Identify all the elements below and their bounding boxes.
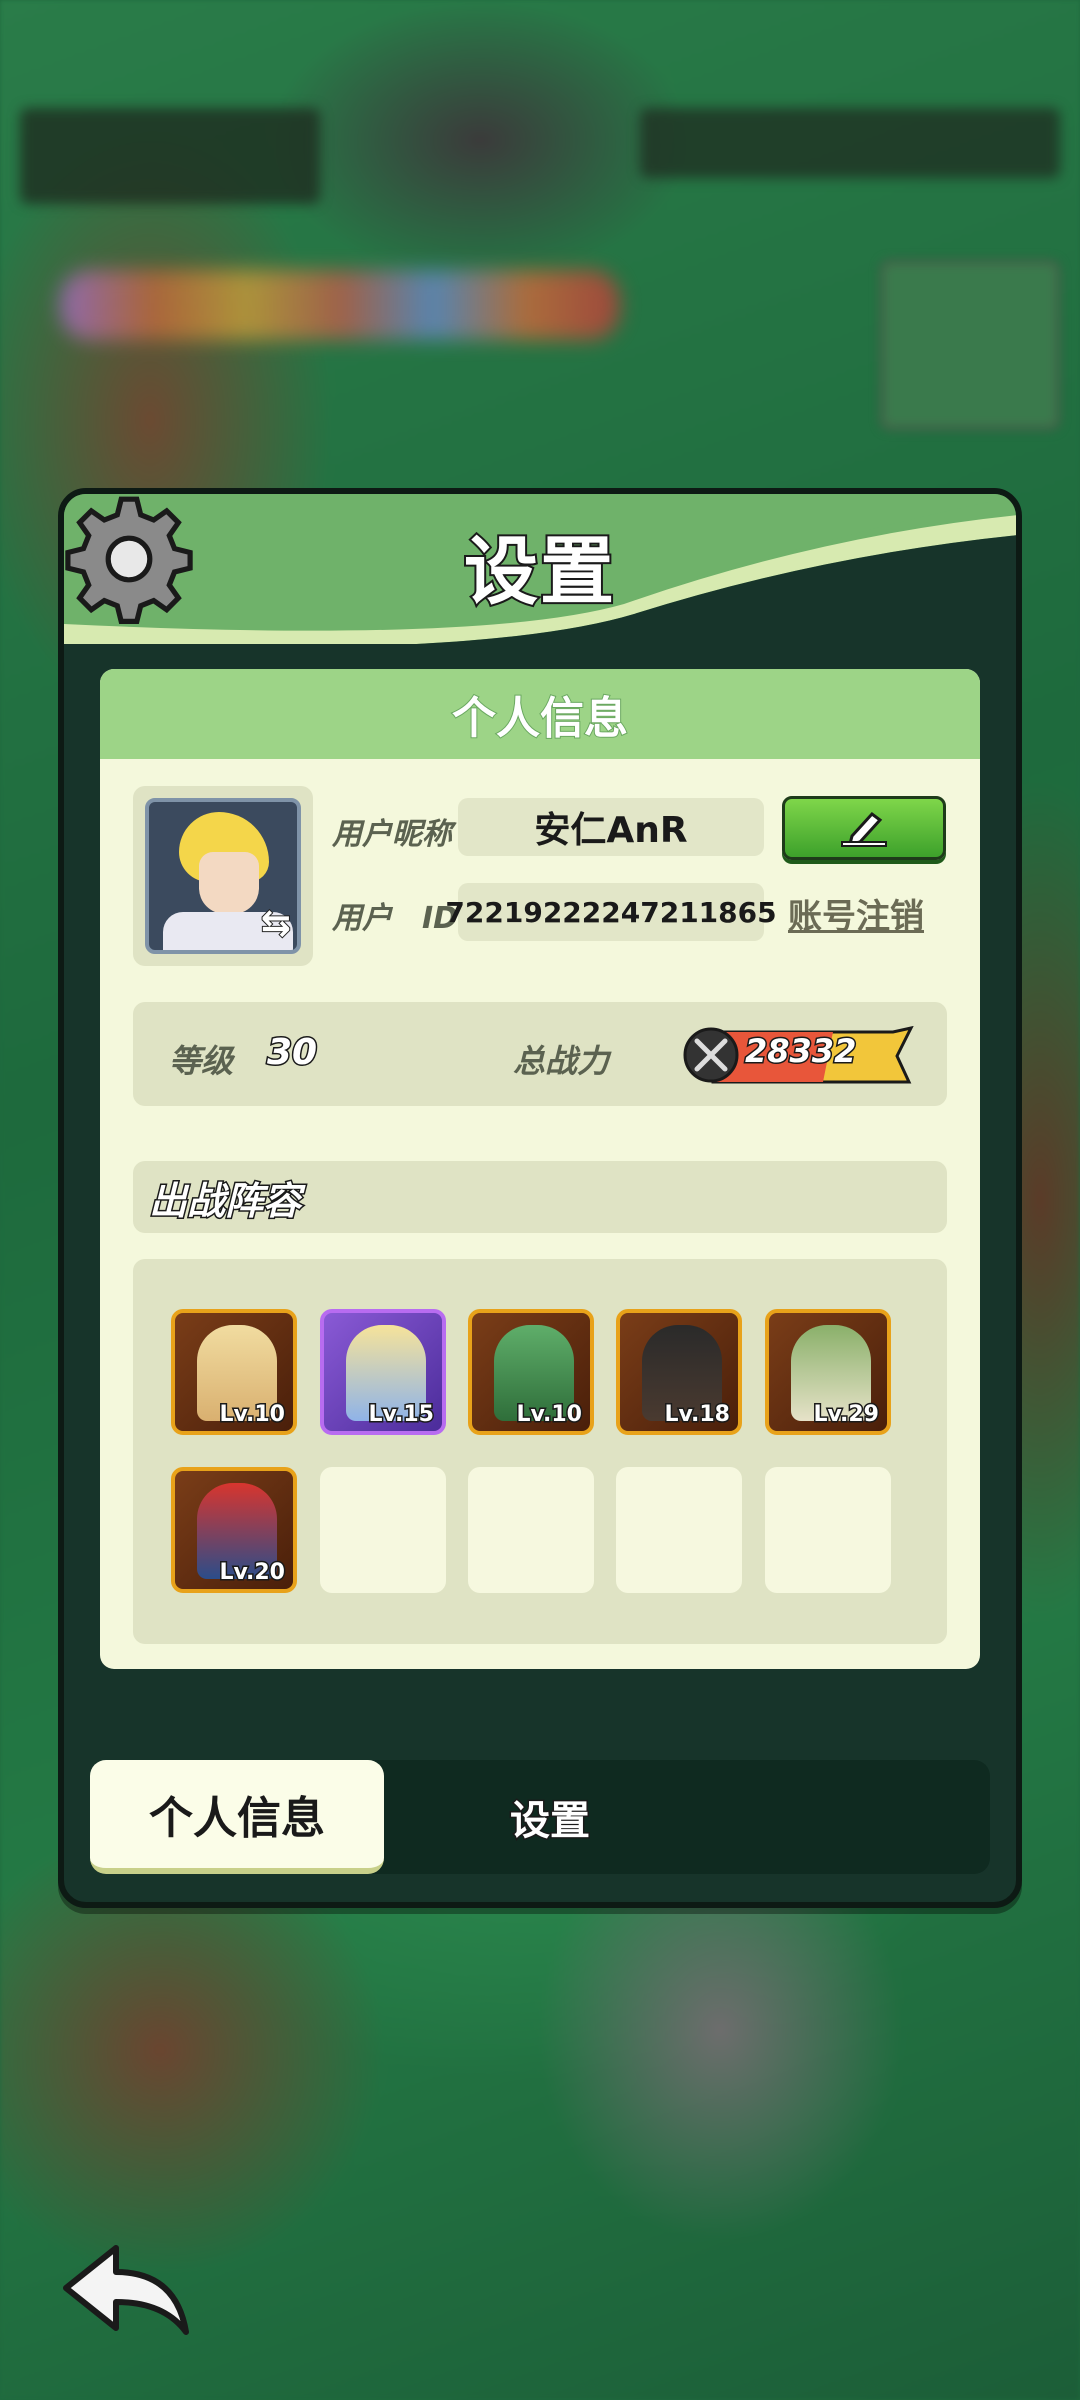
background-minimap: [880, 260, 1060, 430]
hero-slot[interactable]: Lv.15: [320, 1309, 446, 1435]
hero-level: Lv.20: [218, 1559, 287, 1587]
edit-nickname-button[interactable]: [782, 796, 946, 860]
profile-section-header: 个人信息: [100, 669, 980, 759]
tab-personal-info-label: 个人信息: [149, 1793, 325, 1844]
hero-level: Lv.10: [218, 1401, 287, 1429]
tab-personal-info[interactable]: 个人信息: [90, 1760, 384, 1874]
empty-hero-slot[interactable]: [468, 1467, 594, 1593]
hero-level: Lv.15: [367, 1401, 436, 1429]
hero-slot[interactable]: Lv.10: [171, 1309, 297, 1435]
settings-tabbar: 个人信息 设置: [90, 1760, 990, 1874]
profile-section-title: 个人信息: [451, 692, 629, 745]
hero-level: Lv.29: [812, 1401, 881, 1429]
power-value: 28332: [743, 1031, 857, 1072]
tab-settings[interactable]: 设置: [509, 1760, 592, 1874]
empty-hero-slot[interactable]: [616, 1467, 742, 1593]
empty-hero-slot[interactable]: [765, 1467, 891, 1593]
settings-panel: 设置 个人信息 ⇆ 用户昵称 安仁AnR 用户 ID 7221922224721…: [58, 488, 1022, 1908]
background-hero-row: [60, 270, 620, 340]
nickname-value: 安仁AnR: [458, 798, 764, 856]
cancel-account-link[interactable]: 账号注销: [788, 889, 924, 938]
panel-title: 设置: [462, 527, 616, 617]
power-label: 总战力: [513, 1042, 610, 1080]
level-value: 30: [265, 1031, 318, 1075]
hero-level: Lv.10: [515, 1401, 584, 1429]
pencil-icon: [841, 811, 887, 847]
avatar[interactable]: ⇆: [145, 798, 301, 954]
user-id-value: 72219222247211865: [445, 883, 777, 941]
stats-bar: 等级 30 总战力 28332: [133, 1002, 947, 1106]
tab-settings-label: 设置: [509, 1797, 592, 1846]
back-arrow-icon[interactable]: [56, 2236, 196, 2346]
lineup-header: 出战阵容: [133, 1161, 947, 1233]
level-label: 等级: [169, 1042, 234, 1080]
hero-slot[interactable]: Lv.29: [765, 1309, 891, 1435]
hero-slot[interactable]: Lv.20: [171, 1467, 297, 1593]
avatar-frame[interactable]: ⇆: [133, 786, 313, 966]
user-id-label: 用户 ID: [332, 901, 459, 936]
empty-hero-slot[interactable]: [320, 1467, 446, 1593]
swap-icon[interactable]: ⇆: [260, 902, 292, 945]
lineup-grid: Lv.10 Lv.15 Lv.10 Lv.18 Lv.29 Lv.20: [133, 1259, 947, 1644]
background-resource-bar: [640, 108, 1060, 178]
lineup-title: 出战阵容: [147, 1177, 302, 1224]
hero-slot[interactable]: Lv.18: [616, 1309, 742, 1435]
panel-header: 设置: [64, 494, 1016, 644]
nickname-label: 用户昵称: [332, 817, 452, 852]
profile-content: 个人信息 ⇆ 用户昵称 安仁AnR 用户 ID 7221922224721186…: [100, 669, 980, 1669]
hero-slot[interactable]: Lv.10: [468, 1309, 594, 1435]
background-player-bar: [20, 108, 320, 204]
hero-level: Lv.18: [663, 1401, 732, 1429]
